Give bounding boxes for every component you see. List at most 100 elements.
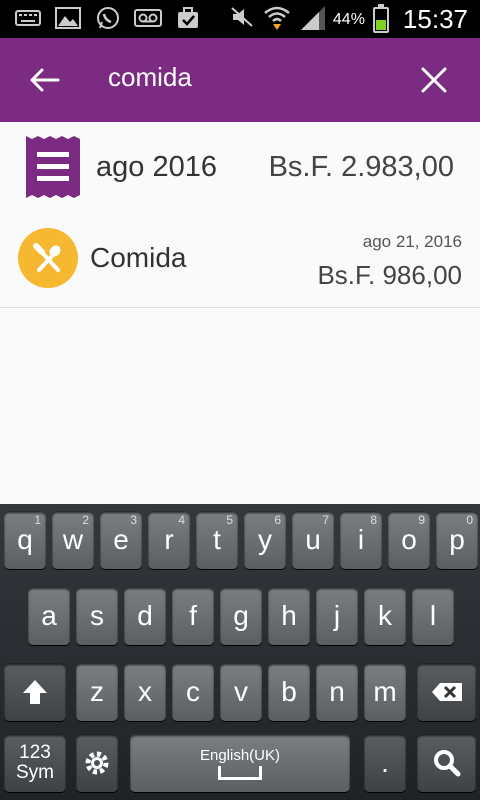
- category-amount: Bs.F. 986,00: [317, 260, 462, 290]
- mute-icon: [229, 5, 255, 34]
- settings-key[interactable]: [76, 734, 118, 792]
- key-label: j: [333, 600, 341, 631]
- key-hint: 1: [34, 513, 41, 527]
- status-bar: 44% 15:37: [0, 0, 480, 38]
- clock: 15:37: [402, 4, 468, 34]
- battery-percent: 44%: [332, 10, 365, 28]
- key-hint: 3: [130, 513, 137, 527]
- key-label: m: [373, 676, 397, 707]
- key-n[interactable]: n: [316, 663, 358, 721]
- key-k[interactable]: k: [364, 587, 406, 645]
- list-item-month[interactable]: ago 2016 Bs.F. 2.983,00: [0, 122, 480, 212]
- key-g[interactable]: g: [220, 587, 262, 645]
- keyboard-icon: [14, 6, 42, 30]
- key-l[interactable]: l: [412, 587, 454, 645]
- close-icon[interactable]: [414, 60, 454, 100]
- sym-key[interactable]: 123 Sym: [4, 734, 66, 792]
- shift-key[interactable]: [4, 663, 66, 721]
- key-label: v: [234, 676, 248, 707]
- key-c[interactable]: c: [172, 663, 214, 721]
- whatsapp-icon: [94, 6, 122, 30]
- key-w[interactable]: w2: [52, 511, 94, 569]
- key-b[interactable]: b: [268, 663, 310, 721]
- key-label: i: [357, 524, 365, 555]
- category-date: ago 21, 2016: [362, 232, 462, 251]
- key-label: w: [62, 524, 84, 555]
- space-key[interactable]: English(UK): [130, 734, 350, 792]
- key-o[interactable]: o9: [388, 511, 430, 569]
- key-label: o: [401, 524, 417, 555]
- key-label: c: [186, 676, 200, 707]
- key-label: z: [90, 676, 104, 707]
- key-label: d: [137, 600, 153, 631]
- cutlery-icon: [18, 228, 78, 288]
- key-u[interactable]: u7: [292, 511, 334, 569]
- wifi-icon: [263, 4, 291, 35]
- period-key[interactable]: .: [364, 734, 406, 792]
- period-key-label: .: [381, 747, 389, 778]
- key-y[interactable]: y6: [244, 511, 286, 569]
- key-label: h: [281, 600, 297, 631]
- key-m[interactable]: m: [364, 663, 406, 721]
- key-i[interactable]: i8: [340, 511, 382, 569]
- key-r[interactable]: r4: [148, 511, 190, 569]
- key-p[interactable]: p0: [436, 511, 478, 569]
- key-z[interactable]: z: [76, 663, 118, 721]
- key-hint: 2: [82, 513, 89, 527]
- search-app-bar: comida: [0, 38, 480, 122]
- battery-icon: [372, 3, 389, 33]
- month-amount: Bs.F. 2.983,00: [268, 151, 454, 183]
- key-j[interactable]: j: [316, 587, 358, 645]
- key-e[interactable]: e3: [100, 511, 142, 569]
- key-label: e: [113, 524, 129, 555]
- key-label: s: [90, 600, 104, 631]
- briefcase-icon: [174, 6, 202, 30]
- key-label: p: [449, 524, 465, 555]
- key-hint: 4: [178, 513, 185, 527]
- key-label: x: [138, 676, 152, 707]
- key-hint: 8: [370, 513, 377, 527]
- key-t[interactable]: t5: [196, 511, 238, 569]
- sym-key-top: 123: [19, 742, 51, 763]
- on-screen-keyboard: q1w2e3r4t5y6u7i8o9p0 asdfghjkl zxcvbnm 1…: [0, 504, 480, 800]
- receipt-icon: [26, 136, 80, 198]
- key-label: l: [429, 600, 437, 631]
- list-item-category[interactable]: Comida ago 21, 2016 Bs.F. 986,00: [0, 212, 480, 308]
- key-label: q: [17, 524, 33, 555]
- voicemail-icon: [134, 6, 162, 30]
- space-key-label: English(UK): [199, 746, 281, 764]
- key-hint: 9: [418, 513, 425, 527]
- key-label: y: [258, 524, 272, 555]
- key-x[interactable]: x: [124, 663, 166, 721]
- key-label: f: [189, 600, 197, 631]
- gallery-icon: [54, 6, 82, 30]
- key-d[interactable]: d: [124, 587, 166, 645]
- key-hint: 6: [274, 513, 281, 527]
- key-s[interactable]: s: [76, 587, 118, 645]
- sym-key-bottom: Sym: [16, 762, 54, 783]
- key-label: u: [305, 524, 321, 555]
- key-label: g: [233, 600, 249, 631]
- search-input[interactable]: comida: [108, 62, 192, 93]
- backspace-key[interactable]: [417, 663, 476, 721]
- key-label: a: [41, 600, 57, 631]
- space-icon: [218, 765, 262, 780]
- back-arrow-icon[interactable]: [26, 60, 66, 100]
- key-h[interactable]: h: [268, 587, 310, 645]
- signal-icon: [299, 4, 325, 35]
- key-hint: 7: [322, 513, 329, 527]
- key-q[interactable]: q1: [4, 511, 46, 569]
- key-hint: 0: [466, 513, 473, 527]
- key-label: n: [329, 676, 345, 707]
- key-a[interactable]: a: [28, 587, 70, 645]
- month-title: ago 2016: [96, 151, 217, 183]
- search-key[interactable]: [417, 734, 476, 792]
- key-label: t: [213, 524, 221, 555]
- key-hint: 5: [226, 513, 233, 527]
- key-f[interactable]: f: [172, 587, 214, 645]
- key-label: b: [281, 676, 297, 707]
- category-title: Comida: [90, 242, 187, 273]
- key-label: k: [378, 600, 392, 631]
- key-label: r: [164, 524, 174, 555]
- key-v[interactable]: v: [220, 663, 262, 721]
